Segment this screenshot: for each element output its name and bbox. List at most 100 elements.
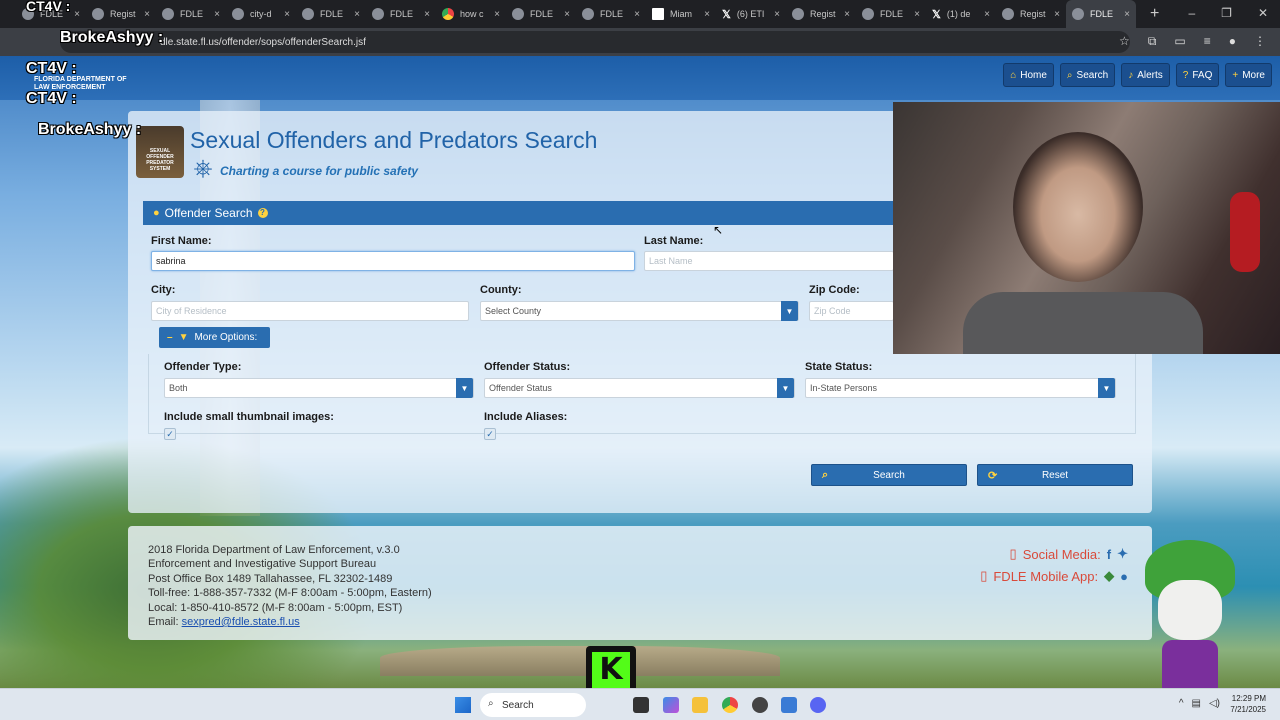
offender-type-select[interactable]: Both ▼ — [164, 378, 474, 398]
state-status-select[interactable]: In-State Persons ▼ — [805, 378, 1116, 398]
tab-close-icon[interactable]: × — [354, 9, 360, 20]
browser-tab[interactable]: 𝕏 (6) ETI × — [716, 0, 786, 28]
more-options-toggle[interactable]: – ▼ More Options: — [159, 327, 270, 348]
network-icon[interactable]: ▤ — [1192, 698, 1201, 709]
tab-close-icon[interactable]: × — [214, 9, 220, 20]
android-icon[interactable]: ◆ — [1104, 568, 1114, 584]
thumbnails-checkbox[interactable]: ✓ — [164, 428, 176, 440]
globe-icon — [372, 8, 384, 20]
bookmark-star-icon[interactable]: ☆ — [1119, 34, 1130, 49]
tab-close-icon[interactable]: × — [984, 9, 990, 20]
tab-close-icon[interactable]: × — [634, 9, 640, 20]
browser-tab[interactable]: FDLE × — [506, 0, 576, 28]
browser-tab[interactable]: FDLE × — [1066, 0, 1136, 28]
nav-more-button[interactable]: + More — [1225, 63, 1272, 87]
offender-status-select[interactable]: Offender Status ▼ — [484, 378, 795, 398]
thumbnails-label: Include small thumbnail images: — [164, 411, 334, 423]
tab-close-icon[interactable]: × — [704, 9, 710, 20]
taskbar-search[interactable]: ⌕ Search — [480, 693, 586, 717]
first-name-input[interactable] — [151, 251, 635, 271]
aliases-checkbox[interactable]: ✓ — [484, 428, 496, 440]
tab-title: Miam — [670, 9, 692, 19]
social-media-label: Social Media: — [1022, 546, 1101, 562]
tab-close-icon[interactable]: × — [774, 9, 780, 20]
last-name-input[interactable] — [644, 251, 894, 271]
footer-line: Toll-free: 1-888-357-7332 (M-F 8:00am - … — [148, 587, 432, 599]
tab-close-icon[interactable]: × — [74, 9, 80, 20]
url-field[interactable]: dle.state.fl.us/offender/sops/offenderSe… — [60, 31, 1130, 53]
browser-tab[interactable]: city-d × — [226, 0, 296, 28]
volume-icon[interactable]: ◁) — [1209, 698, 1220, 709]
apple-icon[interactable]: ● — [1120, 569, 1128, 584]
new-tab-button[interactable]: + — [1150, 5, 1159, 23]
tab-close-icon[interactable]: × — [564, 9, 570, 20]
chevron-down-icon[interactable]: ▼ — [777, 378, 794, 398]
browser-tab[interactable]: FDLE × — [856, 0, 926, 28]
close-icon[interactable]: ✕ — [1258, 6, 1268, 20]
tab-close-icon[interactable]: × — [1054, 9, 1060, 20]
tab-close-icon[interactable]: × — [494, 9, 500, 20]
globe-icon — [232, 8, 244, 20]
tab-title: Regist — [110, 9, 136, 19]
clock[interactable]: 12:29 PM 7/21/2025 — [1230, 693, 1266, 715]
tab-close-icon[interactable]: × — [844, 9, 850, 20]
chevron-down-icon[interactable]: ▼ — [781, 301, 798, 321]
clock-date: 7/21/2025 — [1230, 705, 1266, 714]
search-button[interactable]: ⌕ Search — [811, 464, 967, 486]
tab-close-icon[interactable]: × — [1124, 9, 1130, 20]
browser-tab[interactable]: FDLE × — [156, 0, 226, 28]
county-select[interactable]: Select County ▼ — [480, 301, 799, 321]
file-explorer-icon[interactable] — [692, 697, 708, 713]
email-label: Email: — [148, 616, 179, 628]
tab-title: city-d — [250, 9, 272, 19]
facebook-icon[interactable]: f — [1107, 547, 1111, 562]
city-input[interactable] — [151, 301, 469, 321]
help-icon[interactable]: ? — [257, 208, 268, 218]
browser-tab[interactable]: Miam × — [646, 0, 716, 28]
tab-title: (1) de — [946, 9, 971, 19]
minimize-icon[interactable]: – — [1188, 6, 1195, 20]
nav-search-button[interactable]: ⌕ Search — [1059, 63, 1116, 87]
media-control-icon[interactable]: ≡ — [1204, 34, 1211, 49]
sops-seal-logo: SEXUAL OFFENDER PREDATOR SYSTEM — [136, 126, 184, 178]
tab-close-icon[interactable]: × — [284, 9, 290, 20]
tab-close-icon[interactable]: × — [144, 9, 150, 20]
restore-icon[interactable]: ❐ — [1221, 6, 1232, 20]
email-link[interactable]: sexpred@fdle.state.fl.us — [182, 616, 300, 628]
chevron-down-icon[interactable]: ▼ — [1098, 378, 1115, 398]
browser-tab[interactable]: Regist × — [86, 0, 156, 28]
twitter-icon[interactable]: ✦ — [1117, 546, 1128, 562]
tab-close-icon[interactable]: × — [424, 9, 430, 20]
nav-home-button[interactable]: ⌂ Home — [1003, 63, 1054, 87]
task-view-icon[interactable] — [633, 697, 649, 713]
profile-icon[interactable]: ● — [1229, 34, 1236, 49]
reset-button[interactable]: ⟳ Reset — [977, 464, 1133, 486]
split-view-icon[interactable]: ▭ — [1174, 34, 1185, 49]
obs-icon[interactable] — [752, 697, 768, 713]
browser-tab[interactable]: FDLE × — [576, 0, 646, 28]
tab-title: how c — [460, 9, 484, 19]
browser-menu-icon[interactable]: ⋮ — [1254, 34, 1266, 49]
copilot-icon[interactable] — [663, 697, 679, 713]
chevron-up-icon[interactable]: ^ — [1179, 698, 1184, 709]
app-icon[interactable] — [781, 697, 797, 713]
chrome-icon[interactable] — [722, 697, 738, 713]
windows-start-icon[interactable] — [455, 697, 471, 713]
chevron-down-icon[interactable]: ▼ — [456, 378, 473, 398]
zip-code-input[interactable] — [809, 301, 894, 321]
browser-tab[interactable]: Regist × — [786, 0, 856, 28]
webcam-overlay — [893, 102, 1280, 354]
browser-tab[interactable]: FDLE × — [366, 0, 436, 28]
nav-faq-button[interactable]: ? FAQ — [1175, 63, 1220, 87]
browser-tab[interactable]: Regist × — [996, 0, 1066, 28]
discord-icon[interactable] — [810, 697, 826, 713]
extensions-icon[interactable]: ⧉ — [1148, 34, 1157, 49]
nav-alerts-button[interactable]: ♪ Alerts — [1121, 63, 1170, 87]
joker-face — [1158, 580, 1222, 640]
news-icon — [652, 8, 664, 20]
browser-tab[interactable]: how c × — [436, 0, 506, 28]
tab-close-icon[interactable]: × — [914, 9, 920, 20]
tab-title: FDLE — [880, 9, 904, 19]
browser-tab[interactable]: FDLE × — [296, 0, 366, 28]
browser-tab[interactable]: 𝕏 (1) de × — [926, 0, 996, 28]
